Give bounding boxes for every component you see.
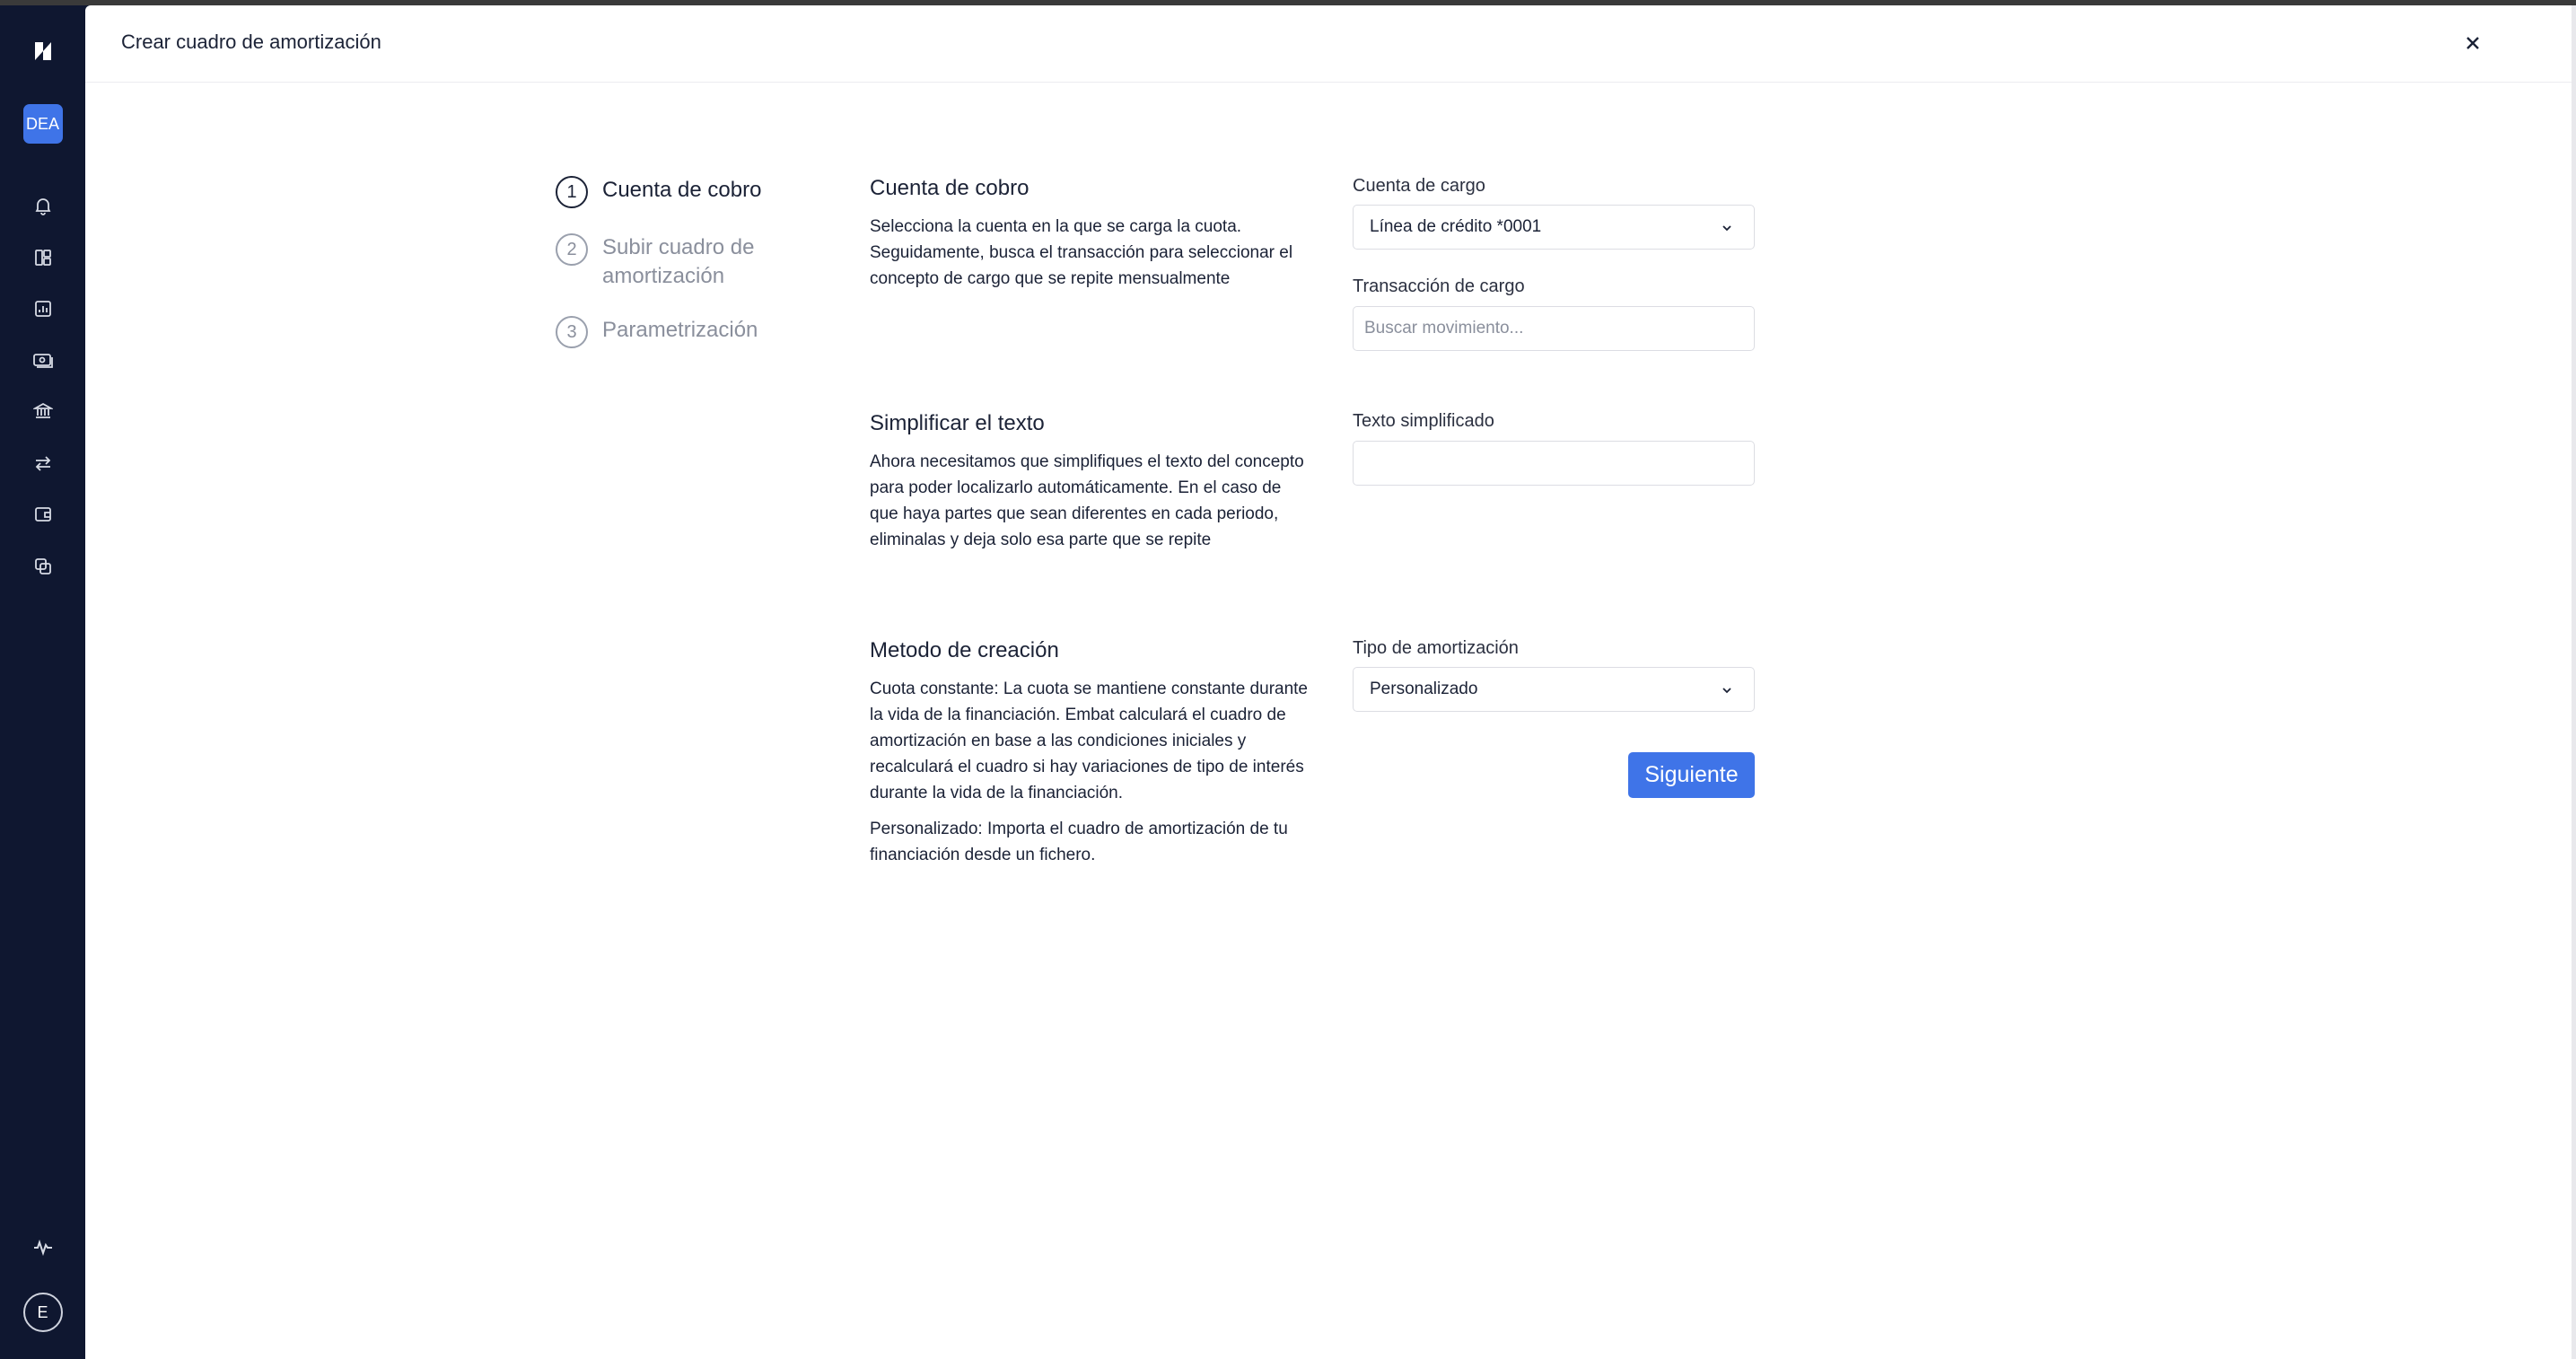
copy-icon[interactable]	[0, 557, 85, 576]
chevron-down-icon	[1722, 225, 1731, 232]
chart-icon[interactable]	[0, 299, 85, 319]
chevron-down-icon	[1722, 688, 1731, 694]
step-cuenta-de-cobro[interactable]: 1 Cuenta de cobro	[556, 176, 782, 208]
step-label: Subir cuadro de amortización	[602, 235, 755, 288]
modal-title: Crear cuadro de amortización	[121, 31, 381, 53]
step-parametrizacion[interactable]: 3 Parametrización	[556, 316, 782, 348]
label-transaccion-de-cargo: Transacción de cargo	[1353, 276, 1525, 296]
org-badge: DEA	[22, 104, 63, 144]
activity-icon[interactable]	[0, 1238, 85, 1258]
step-subir-cuadro[interactable]: 2 Subir cuadro de amortización	[556, 233, 782, 291]
step-label: Cuenta de cobro	[602, 178, 762, 202]
section-text-cuenta: Selecciona la cuenta en la que se carga …	[870, 217, 1293, 288]
modal-panel: Crear cuadro de amortización 1 Cuenta de…	[85, 5, 2572, 1359]
bell-icon[interactable]	[0, 196, 85, 215]
section-title-simplificar: Simplificar el texto	[870, 411, 1045, 435]
step-number: 2	[556, 233, 588, 266]
transaccion-search-input[interactable]	[1353, 306, 1755, 351]
texto-simplificado-input[interactable]	[1353, 441, 1755, 486]
select-value: Personalizado	[1370, 680, 1478, 698]
close-button[interactable]	[2460, 31, 2485, 56]
close-icon	[2466, 37, 2479, 49]
avatar: E	[22, 1293, 63, 1332]
step-label: Parametrización	[602, 318, 758, 342]
modal-header: Crear cuadro de amortización	[85, 5, 2572, 83]
next-button[interactable]: Siguiente	[1628, 752, 1755, 798]
select-value: Línea de crédito *0001	[1370, 217, 1542, 236]
section-text-personalizado: Personalizado: Importa el cuadro de amor…	[870, 820, 1288, 864]
logo-icon[interactable]	[0, 39, 85, 63]
label-tipo-de-amortizacion: Tipo de amortización	[1353, 638, 1519, 658]
label-cuenta-de-cargo: Cuenta de cargo	[1353, 176, 1485, 196]
bank-icon[interactable]	[0, 401, 85, 421]
step-number: 1	[556, 176, 588, 208]
scrollbar[interactable]	[2572, 5, 2576, 1359]
transfer-icon[interactable]	[0, 453, 85, 473]
sidebar: DEA E	[0, 5, 85, 1359]
label-texto-simplificado: Texto simplificado	[1353, 411, 1494, 431]
step-number: 3	[556, 316, 588, 348]
dashboard-icon[interactable]	[0, 248, 85, 267]
section-text-cuota-constante: Cuota constante: La cuota se mantiene co…	[870, 680, 1308, 802]
section-title-cuenta: Cuenta de cobro	[870, 176, 1030, 200]
section-text-simplificar: Ahora necesitamos que simplifiques el te…	[870, 452, 1304, 549]
user-menu[interactable]: E	[0, 1293, 85, 1332]
wallet-icon[interactable]	[0, 504, 85, 524]
tipo-amortizacion-select[interactable]: Personalizado	[1353, 667, 1755, 712]
cash-icon[interactable]	[0, 350, 85, 370]
org-switcher[interactable]: DEA	[0, 104, 85, 144]
cuenta-de-cargo-select[interactable]: Línea de crédito *0001	[1353, 205, 1755, 250]
section-title-metodo: Metodo de creación	[870, 638, 1059, 662]
